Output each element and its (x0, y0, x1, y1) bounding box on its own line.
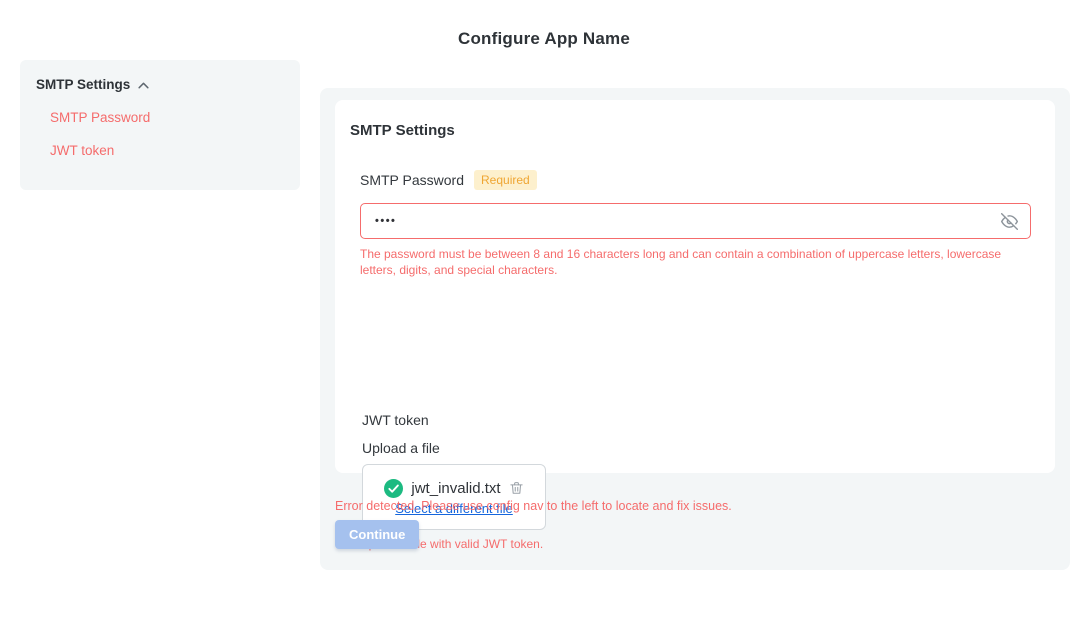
sidebar-header-label: SMTP Settings (36, 77, 130, 92)
check-circle-icon (384, 479, 403, 498)
jwt-token-label: JWT token (362, 412, 429, 428)
smtp-password-label: SMTP Password (360, 172, 464, 188)
sidebar-header-smtp-settings[interactable]: SMTP Settings (36, 77, 284, 92)
smtp-settings-card: SMTP Settings SMTP Password Required The… (335, 100, 1055, 473)
config-panel: SMTP Settings SMTP Password Required The… (320, 88, 1070, 570)
config-sidebar: SMTP Settings SMTP Password JWT token (20, 60, 300, 190)
uploaded-file-name: jwt_invalid.txt (411, 480, 500, 497)
chevron-up-icon[interactable] (137, 78, 150, 92)
smtp-password-input[interactable] (360, 203, 1031, 239)
required-badge: Required (474, 170, 537, 190)
smtp-password-label-row: SMTP Password Required (360, 170, 537, 190)
sidebar-item-smtp-password[interactable]: SMTP Password (50, 110, 284, 125)
card-title: SMTP Settings (350, 122, 455, 139)
smtp-password-input-wrap (360, 203, 1031, 239)
sidebar-item-jwt-token[interactable]: JWT token (50, 143, 284, 158)
page-title: Configure App Name (0, 29, 1088, 49)
eye-off-icon[interactable] (1001, 213, 1018, 230)
uploaded-file-row: jwt_invalid.txt (384, 479, 523, 498)
smtp-password-error: The password must be between 8 and 16 ch… (360, 246, 1022, 278)
continue-button[interactable]: Continue (335, 520, 419, 549)
trash-icon[interactable] (509, 480, 524, 496)
upload-file-label: Upload a file (362, 440, 440, 456)
footer-error-text: Error detected. Please use config nav to… (335, 498, 732, 514)
